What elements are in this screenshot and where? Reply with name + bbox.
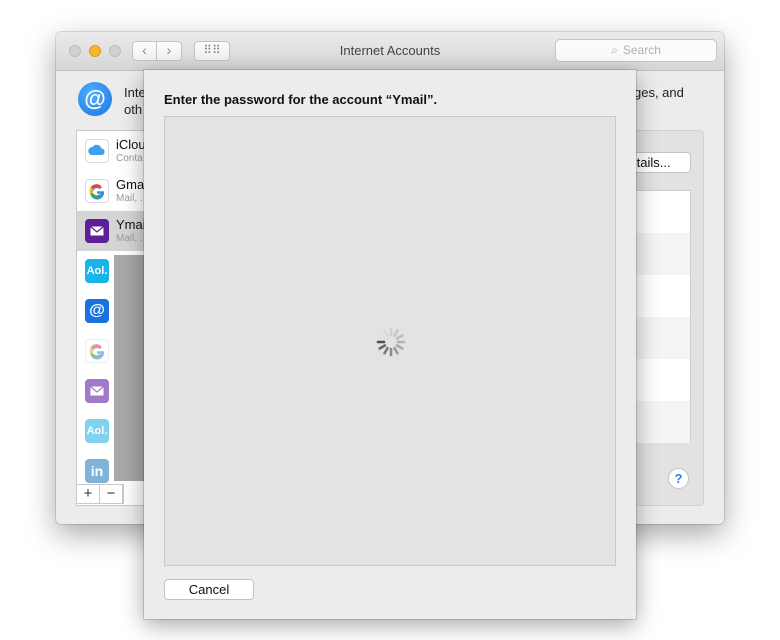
- account-subtitle: Mail, .: [116, 233, 143, 244]
- sheet-prompt: Enter the password for the account “Ymai…: [164, 92, 438, 107]
- remove-account-button[interactable]: −: [100, 485, 123, 503]
- help-button[interactable]: ?: [668, 468, 689, 489]
- mail-icon: [85, 219, 109, 243]
- mail-icon: [85, 379, 109, 403]
- google-icon: [85, 179, 109, 203]
- aol-icon: Aol.: [85, 419, 109, 443]
- sign-in-webview[interactable]: [164, 116, 616, 566]
- account-name: Ymai: [116, 217, 146, 232]
- sidebar-buttons: + −: [76, 484, 124, 504]
- password-sheet: Enter the password for the account “Ymai…: [144, 70, 636, 619]
- internet-accounts-icon: @: [78, 82, 112, 116]
- search-icon: ⌕: [611, 43, 618, 57]
- linkedin-icon: in: [85, 459, 109, 483]
- intro-line-right: ges, and: [634, 85, 684, 100]
- google-icon: [85, 339, 109, 363]
- cancel-button[interactable]: Cancel: [164, 579, 254, 600]
- search-input[interactable]: ⌕ Search: [555, 39, 717, 62]
- account-name: iClou: [116, 137, 146, 152]
- add-account-button[interactable]: +: [77, 485, 100, 503]
- account-subtitle: Conta: [116, 153, 143, 164]
- search-placeholder: Search: [622, 43, 661, 57]
- account-subtitle: Mail, .: [116, 193, 143, 204]
- loading-spinner-icon: [376, 327, 406, 357]
- titlebar: ‹ › ⠿⠿ Internet Accounts ⌕ Search: [56, 32, 724, 71]
- account-name: Gmai: [116, 177, 148, 192]
- aol-icon: Aol.: [85, 259, 109, 283]
- icloud-icon: [85, 139, 109, 163]
- at-icon: @: [85, 299, 109, 323]
